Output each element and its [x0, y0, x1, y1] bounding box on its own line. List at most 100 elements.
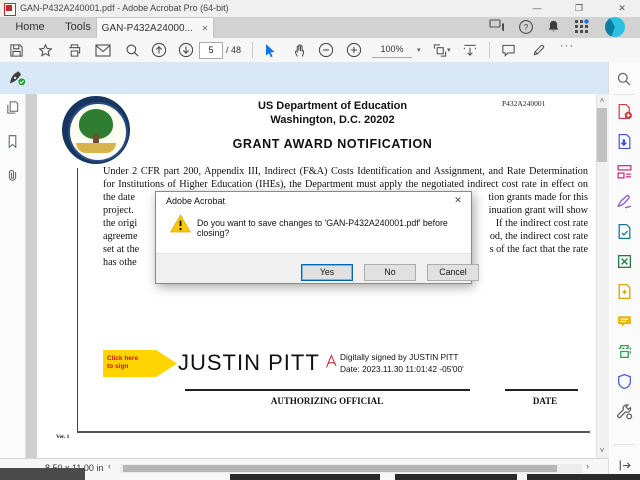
- tab-close-icon[interactable]: ✕: [202, 24, 209, 33]
- svg-text:?: ?: [524, 22, 529, 32]
- star-favorites-icon[interactable]: [35, 41, 55, 59]
- comment-tool-icon[interactable]: [615, 312, 633, 330]
- body-line-fragment: the origi: [103, 218, 138, 229]
- apps-grid-icon[interactable]: [574, 19, 598, 37]
- body-line-fragment: od, the indirect cost rate: [489, 231, 588, 242]
- acrobat-file-icon: [4, 3, 16, 16]
- digital-signature-line2: Date: 2023.11.30 11:01:42 -05'00': [340, 364, 464, 374]
- fill-and-sign-icon[interactable]: [615, 192, 633, 210]
- close-icon: ✕: [618, 3, 626, 13]
- previous-page-icon[interactable]: [149, 41, 169, 59]
- create-pdf-icon[interactable]: [615, 102, 633, 120]
- body-line-fragment: If the indirect cost rate: [495, 218, 588, 229]
- minimize-icon: —: [532, 3, 542, 13]
- email-icon[interactable]: [93, 41, 113, 59]
- horizontal-scroll-thumb[interactable]: [123, 465, 557, 472]
- digital-signature-line1: Digitally signed by JUSTIN PITT: [340, 352, 459, 362]
- vertical-scroll-thumb[interactable]: [597, 108, 607, 162]
- tab-tools[interactable]: Tools: [56, 17, 100, 38]
- dialog-title: Adobe Acrobat: [166, 196, 226, 206]
- print-production-icon[interactable]: [615, 342, 633, 360]
- cancel-button[interactable]: Cancel: [427, 264, 479, 281]
- help-icon[interactable]: ?: [518, 19, 542, 37]
- title-bar: GAN-P432A240001.pdf - Adobe Acrobat Pro …: [0, 0, 640, 18]
- body-line-fragment: has othe: [103, 257, 137, 268]
- form-left-border: [77, 168, 78, 432]
- body-line: Under 2 CFR part 200, Appendix III, Indi…: [103, 166, 588, 177]
- page-total-label: / 48: [226, 45, 242, 55]
- attachments-paperclip-icon[interactable]: [5, 168, 20, 183]
- body-line-fragment: s of the fact that the rate: [489, 244, 588, 255]
- user-avatar[interactable]: [605, 17, 625, 37]
- dialog-message: Do you want to save changes to 'GAN-P432…: [197, 218, 448, 238]
- search-tool-icon[interactable]: [615, 70, 633, 88]
- close-button[interactable]: ✕: [607, 0, 637, 17]
- highlight-pen-icon[interactable]: [528, 41, 548, 59]
- version-label: Ver. 1: [56, 434, 70, 440]
- save-icon[interactable]: [6, 41, 26, 59]
- background-window-edge: [230, 474, 380, 480]
- body-line-fragment: agreeme: [103, 231, 138, 242]
- scroll-left-icon[interactable]: ‹: [108, 461, 111, 471]
- page-fit-caret-icon[interactable]: ▾: [447, 46, 451, 54]
- signature-line: [185, 389, 470, 391]
- zoom-level-input[interactable]: 100%: [372, 42, 412, 58]
- edit-pdf-icon[interactable]: [615, 282, 633, 300]
- date-line: [505, 389, 578, 391]
- tab-document-label: GAN-P432A24000...: [101, 23, 193, 34]
- request-signatures-icon[interactable]: [615, 222, 633, 240]
- protect-icon[interactable]: [615, 372, 633, 390]
- background-window-edge: [527, 474, 640, 480]
- more-tools-icon[interactable]: [615, 402, 633, 420]
- yes-button[interactable]: Yes: [301, 264, 353, 281]
- click-to-sign-line1: Click here: [107, 355, 139, 362]
- click-to-sign-line2: to sign: [107, 363, 129, 370]
- zoom-in-icon[interactable]: [344, 41, 364, 59]
- body-line-fragment: set at the: [103, 244, 140, 255]
- zoom-out-icon[interactable]: [316, 41, 336, 59]
- comment-icon[interactable]: [498, 41, 518, 59]
- body-line-fragment: inuation grant will show: [488, 205, 588, 216]
- export-pdf-icon[interactable]: [615, 132, 633, 150]
- signature-valid-icon: [8, 69, 27, 87]
- restore-icon: ❐: [574, 3, 584, 13]
- select-tool-icon[interactable]: [260, 41, 280, 59]
- fit-width-icon[interactable]: [460, 41, 480, 59]
- acrobat-window: GAN-P432A240001.pdf - Adobe Acrobat Pro …: [0, 0, 640, 480]
- signature-status-bar: Signed and all signatures are valid. Sig…: [0, 62, 608, 151]
- scroll-down-icon[interactable]: ˅: [596, 446, 608, 455]
- next-page-icon[interactable]: [176, 41, 196, 59]
- feedback-icon[interactable]: [489, 19, 513, 37]
- no-button[interactable]: No: [364, 264, 416, 281]
- more-tools-ellipsis-icon[interactable]: ···: [560, 40, 574, 52]
- doc-header-line2: Washington, D.C. 20202: [270, 114, 395, 126]
- notifications-bell-icon[interactable]: [546, 19, 570, 37]
- print-icon[interactable]: [64, 41, 84, 59]
- background-window-edge: [395, 474, 517, 480]
- scan-and-ocr-icon[interactable]: [615, 252, 633, 270]
- acrobat-signature-logo-icon: [325, 353, 337, 369]
- restore-button[interactable]: ❐: [564, 0, 594, 17]
- hand-tool-icon[interactable]: [290, 41, 310, 59]
- zoom-dropdown-caret-icon[interactable]: ▾: [417, 46, 421, 54]
- tab-document[interactable]: GAN-P432A24000... ✕: [96, 17, 214, 39]
- bookmarks-icon[interactable]: [5, 134, 20, 149]
- form-bottom-border: [77, 431, 590, 433]
- collapse-rail-icon[interactable]: [615, 456, 633, 474]
- scroll-up-icon[interactable]: ˄: [596, 96, 608, 105]
- authorizing-official-label: AUTHORIZING OFFICIAL: [270, 396, 384, 406]
- page-number-input[interactable]: 5: [199, 42, 223, 59]
- scroll-right-icon[interactable]: ›: [586, 461, 589, 471]
- organize-pages-icon[interactable]: [615, 162, 633, 180]
- window-title: GAN-P432A240001.pdf - Adobe Acrobat Pro …: [20, 3, 229, 13]
- signature-name: JUSTIN PITT: [178, 350, 320, 375]
- search-icon[interactable]: [122, 41, 142, 59]
- doc-ref-number: P432A240001: [502, 99, 546, 108]
- page-thumbnails-icon[interactable]: [5, 100, 20, 115]
- tab-home[interactable]: Home: [8, 17, 52, 38]
- body-line-fragment: the date: [103, 192, 135, 203]
- click-to-sign-tag[interactable]: Click here to sign: [103, 350, 177, 377]
- minimize-button[interactable]: —: [522, 0, 552, 17]
- dialog-close-icon[interactable]: ✕: [451, 195, 465, 207]
- doc-title: GRANT AWARD NOTIFICATION: [232, 137, 433, 151]
